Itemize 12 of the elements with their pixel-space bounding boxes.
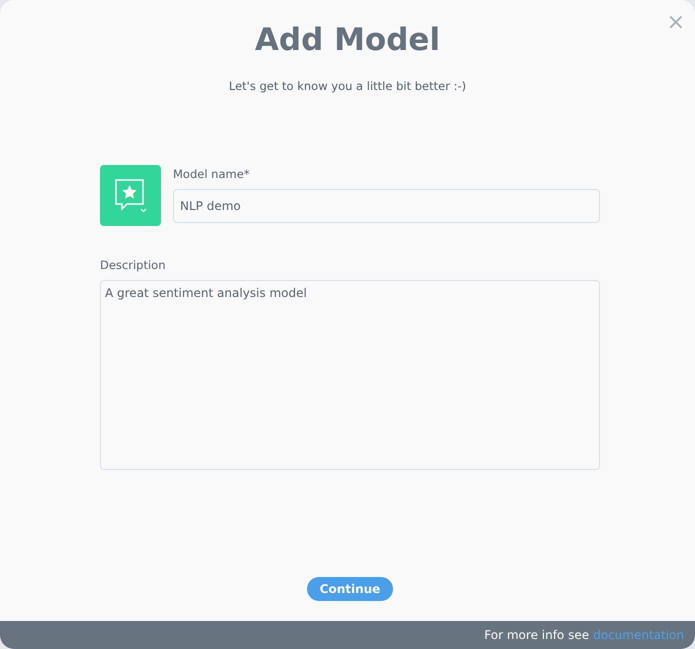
field-label: Description [100,258,166,272]
field-label: Model name* [173,167,251,181]
model-icon-picker[interactable] [100,165,161,226]
chat-star-icon [114,178,148,214]
close-button[interactable]: × [666,12,685,34]
footer-text: For more info see [484,628,590,642]
description-field[interactable]: A great sentiment analysis model [100,280,600,470]
dialog-title: Add Model [254,22,440,58]
dialog-subtitle: Let's get to know you a little bit better :-) [228,79,468,93]
model-name-field[interactable]: NLP demo [173,189,600,223]
continue-button[interactable]: Continue [306,577,394,601]
documentation-link[interactable]: documentation [593,628,684,642]
